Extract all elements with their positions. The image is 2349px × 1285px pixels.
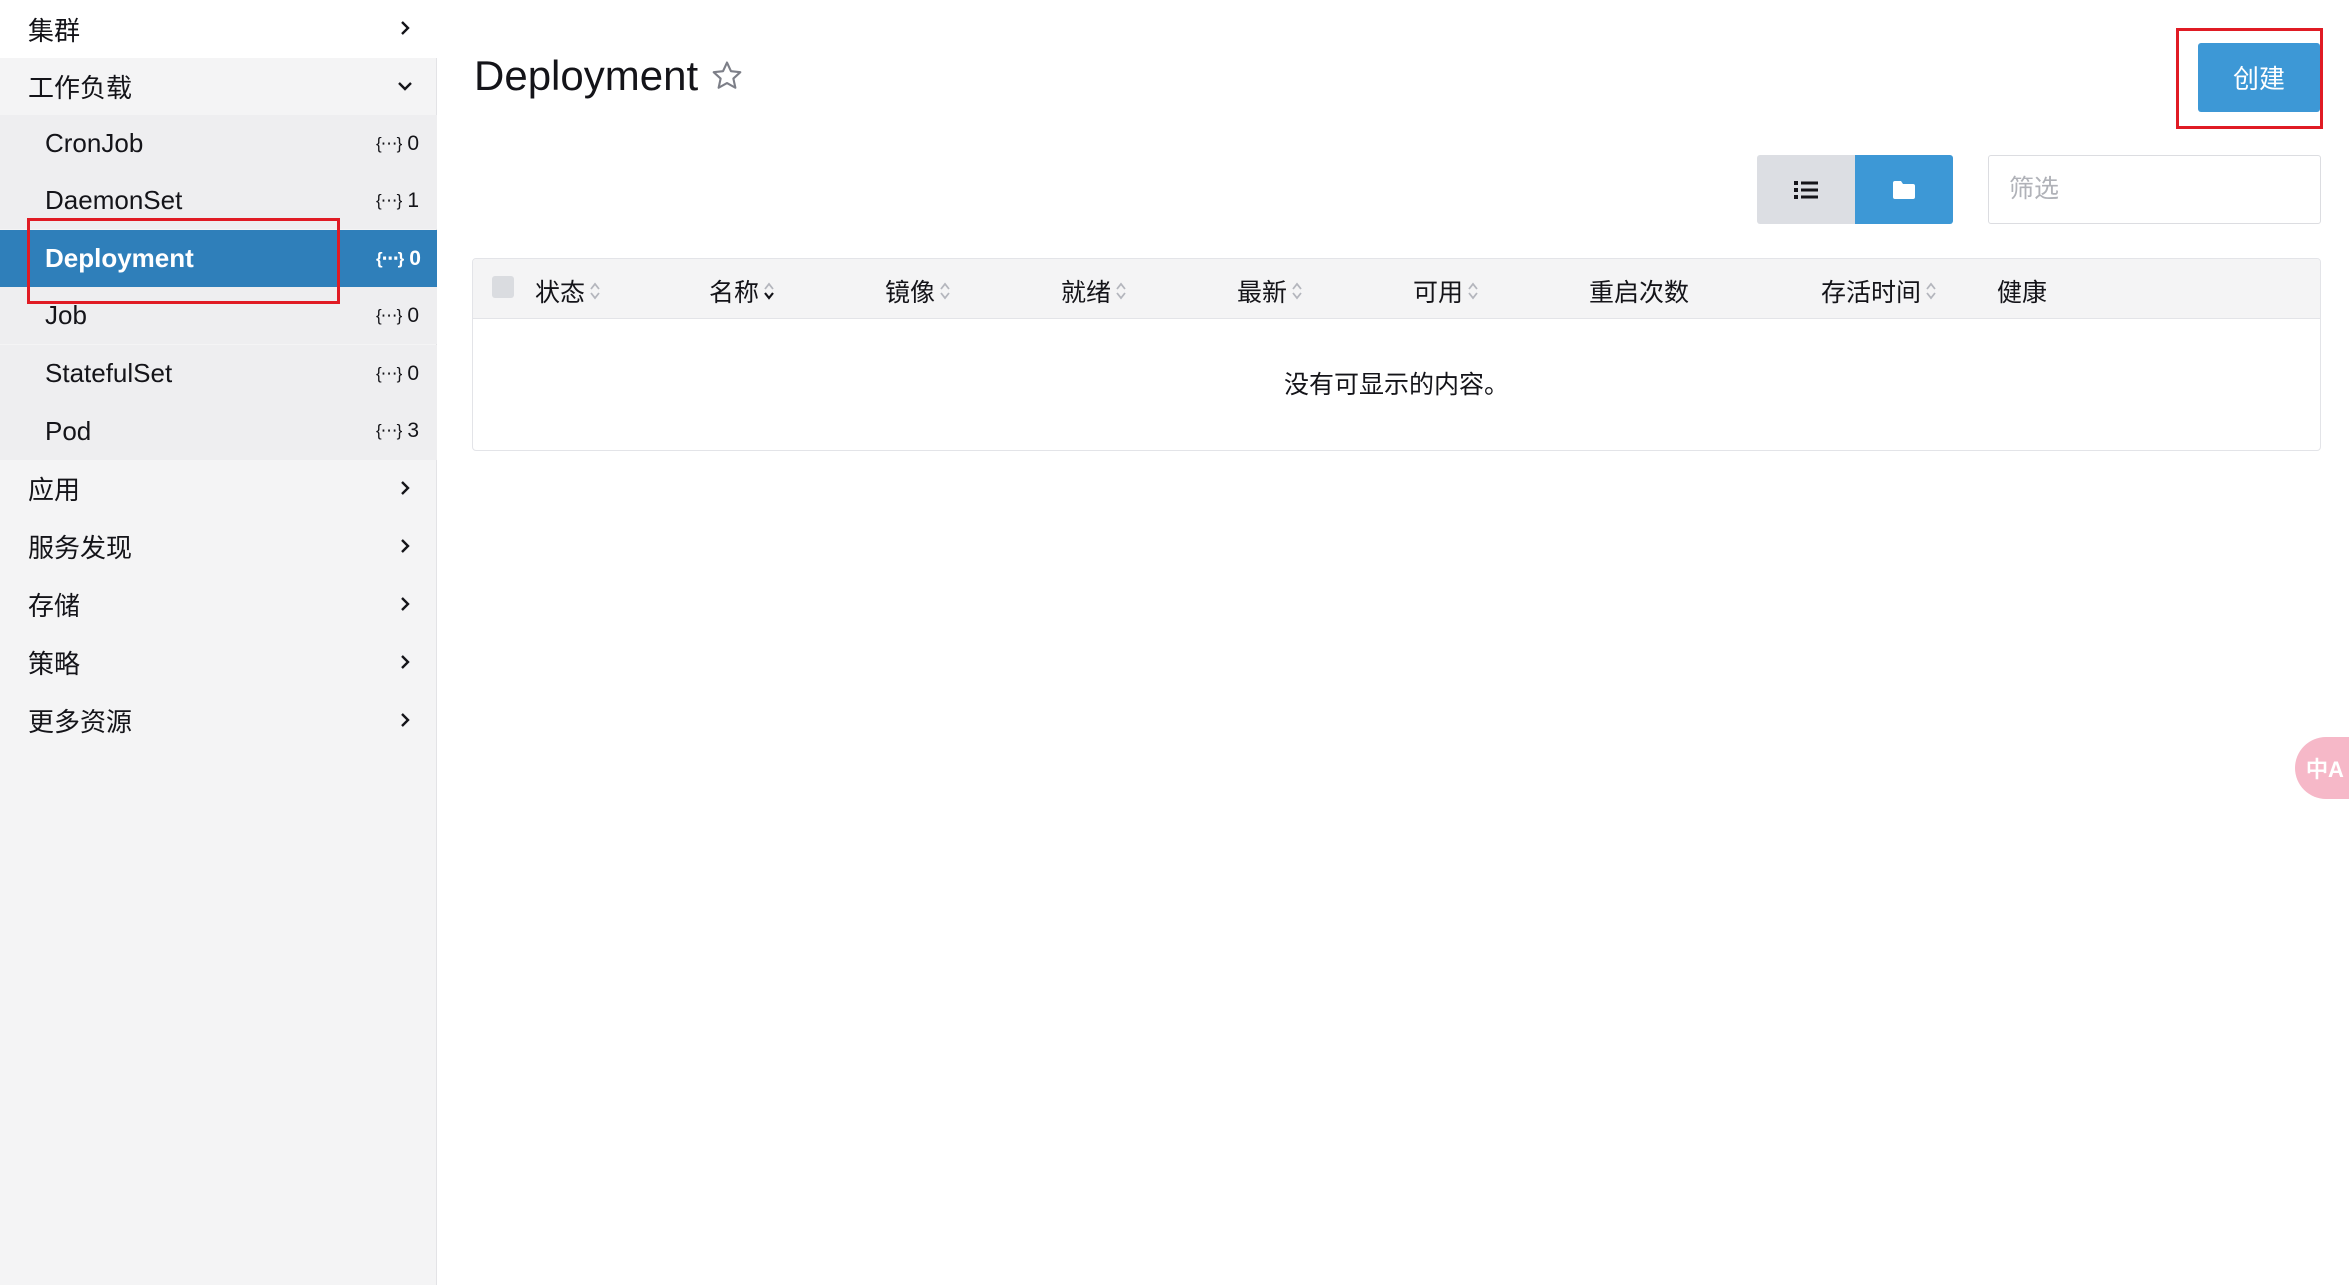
column-header-restarts[interactable]: 重启次数: [1589, 273, 1689, 309]
chevron-right-icon: [401, 655, 410, 669]
chevron-right-icon: [401, 21, 410, 35]
sidebar-item-label: Pod: [45, 415, 92, 446]
chevron-right-icon: [401, 481, 410, 495]
namespace-icon: {⋯}: [376, 363, 402, 383]
sort-icon: [590, 282, 600, 300]
highlight-box-sidebar: [27, 218, 340, 304]
sidebar-item-label: 工作负载: [28, 73, 133, 103]
chevron-right-icon: [401, 713, 410, 727]
sidebar: 集群 工作负载 CronJob {⋯} 0 DaemonSet {⋯} 1 Depl…: [0, 0, 437, 1285]
sidebar-item-label: Job: [45, 300, 87, 330]
sidebar-item-label: 集群: [28, 15, 81, 46]
deployment-table: 状态 名称 镜像 就绪 最新 可用 重启次数 存活时间 健康 没有可显示的内容。: [472, 258, 2321, 451]
sidebar-item-statefulset[interactable]: StatefulSet {⋯} 0: [0, 345, 437, 402]
sort-icon: [940, 282, 950, 300]
sidebar-item-label: DaemonSet: [45, 185, 183, 215]
chevron-down-icon: [398, 82, 412, 91]
group-view-toggle[interactable]: [1855, 155, 1953, 224]
sort-icon: [1116, 282, 1126, 300]
resource-count: {⋯} 0: [376, 303, 420, 327]
chevron-right-icon: [401, 539, 410, 553]
filter-input[interactable]: [1988, 155, 2321, 224]
empty-state-message: 没有可显示的内容。: [1283, 371, 1509, 399]
sort-icon: [1926, 282, 1936, 300]
column-header-ready[interactable]: 就绪: [1061, 273, 1128, 309]
resource-count: {⋯} 0: [376, 131, 420, 155]
list-view-toggle[interactable]: [1757, 155, 1855, 224]
sidebar-item-label: 存储: [28, 591, 81, 621]
list-icon: [1794, 180, 1818, 199]
chevron-right-icon: [401, 597, 410, 611]
resource-count: {⋯} 0: [376, 361, 420, 385]
column-header-age[interactable]: 存活时间: [1821, 273, 1938, 309]
column-header-available[interactable]: 可用: [1413, 273, 1480, 309]
column-header-status[interactable]: 状态: [535, 273, 602, 309]
column-header-name[interactable]: 名称: [709, 273, 776, 309]
namespace-icon: {⋯}: [376, 305, 402, 325]
sort-icon: [1292, 282, 1302, 300]
sidebar-item-label: CronJob: [45, 128, 144, 158]
column-header-up-to-date[interactable]: 最新: [1237, 273, 1304, 309]
sidebar-item-apps[interactable]: 应用: [0, 460, 437, 517]
namespace-icon: {⋯}: [376, 421, 402, 440]
translate-icon[interactable]: 中A: [2295, 737, 2349, 799]
sidebar-item-label: 服务发现: [28, 533, 133, 563]
namespace-icon: {⋯}: [376, 248, 404, 268]
highlight-box-create: [2176, 28, 2323, 129]
select-all-checkbox[interactable]: [492, 276, 514, 298]
column-header-image[interactable]: 镜像: [885, 273, 952, 309]
sidebar-item-label: 更多资源: [28, 707, 133, 737]
sidebar-item-storage[interactable]: 存储: [0, 576, 437, 633]
resource-count: {⋯} 0: [376, 246, 421, 270]
page-title: Deployment: [474, 52, 744, 100]
column-header-health[interactable]: 健康: [1997, 273, 2047, 309]
namespace-icon: {⋯}: [376, 133, 402, 153]
sidebar-item-policy[interactable]: 策略: [0, 634, 437, 691]
star-icon[interactable]: [710, 59, 744, 93]
resource-count: {⋯} 1: [376, 188, 420, 212]
namespace-icon: {⋯}: [376, 190, 402, 210]
sidebar-item-label: StatefulSet: [45, 358, 173, 388]
table-header: 状态 名称 镜像 就绪 最新 可用 重启次数 存活时间 健康: [473, 259, 2320, 319]
sort-icon: [1468, 282, 1478, 300]
sort-down-icon: [764, 282, 774, 300]
resource-count: {⋯} 3: [376, 419, 420, 442]
sidebar-item-cluster[interactable]: 集群: [0, 0, 437, 58]
sidebar-item-service-discovery[interactable]: 服务发现: [0, 518, 437, 575]
sidebar-item-pod[interactable]: Pod {⋯} 3: [0, 402, 437, 460]
sidebar-item-label: 策略: [28, 649, 81, 679]
folder-icon: [1893, 180, 1915, 199]
sidebar-item-label: 应用: [28, 475, 81, 505]
sidebar-item-workloads[interactable]: 工作负载: [0, 58, 437, 115]
sidebar-item-cronjob[interactable]: CronJob {⋯} 0: [0, 115, 437, 172]
sidebar-item-more-resources[interactable]: 更多资源: [0, 692, 437, 749]
